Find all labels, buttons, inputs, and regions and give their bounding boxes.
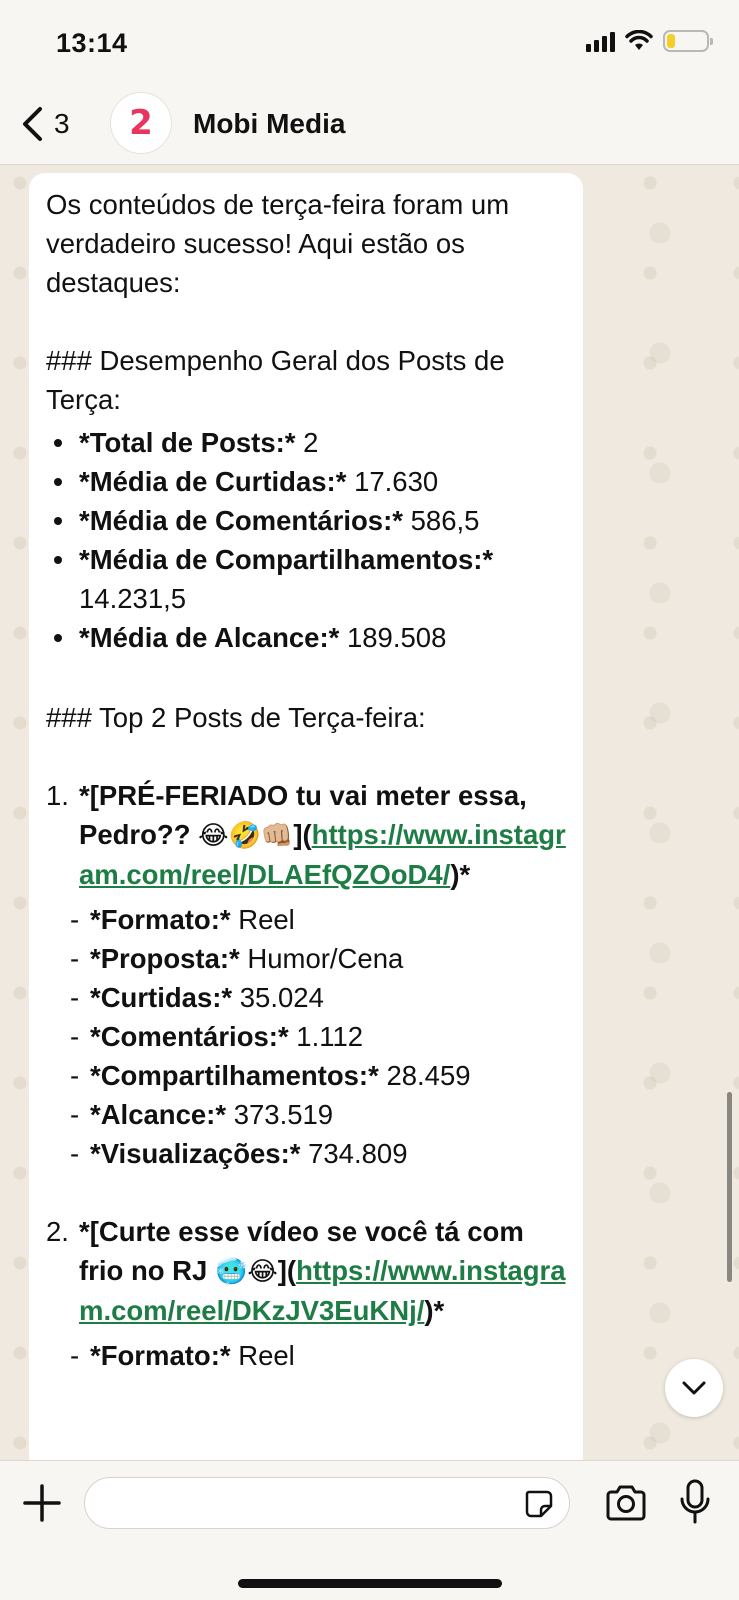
section-title: ### Top 2 Posts de Terça-feira: bbox=[46, 702, 426, 733]
summary-item: *Média de Alcance:* 189.508 bbox=[46, 618, 566, 657]
summary-value: 586,5 bbox=[410, 505, 480, 536]
scroll-to-bottom-button[interactable] bbox=[665, 1359, 723, 1417]
detail-item: *Proposta:* Humor/Cena bbox=[46, 939, 566, 978]
detail-value: Reel bbox=[238, 1340, 295, 1371]
sticker-icon[interactable] bbox=[523, 1488, 555, 1520]
post-emojis: 😂🤣👊🏼 bbox=[198, 820, 294, 850]
detail-item: *Formato:* Reel bbox=[46, 1336, 566, 1375]
detail-value: 28.459 bbox=[386, 1060, 471, 1091]
summary-value: 17.630 bbox=[354, 466, 439, 497]
detail-value: 1.112 bbox=[296, 1021, 364, 1052]
post-number: 1. bbox=[46, 780, 69, 811]
status-icons bbox=[586, 30, 713, 52]
detail-item: *Curtidas:* 35.024 bbox=[46, 978, 566, 1017]
post-details: *Formato:* Reel *Proposta:* Humor/Cena *… bbox=[46, 894, 566, 1173]
wifi-icon bbox=[625, 30, 653, 50]
contact-name[interactable]: Mobi Media bbox=[193, 108, 345, 140]
camera-icon[interactable] bbox=[604, 1483, 648, 1523]
detail-label: *Proposta:* bbox=[90, 943, 240, 974]
post-suffix: )* bbox=[450, 859, 471, 890]
post-number: 2. bbox=[46, 1216, 69, 1247]
detail-item: *Visualizações:* 734.809 bbox=[46, 1134, 566, 1173]
avatar[interactable]: 2 bbox=[110, 92, 172, 154]
plus-icon[interactable] bbox=[22, 1483, 62, 1523]
post-details: *Formato:* Reel bbox=[46, 1330, 566, 1375]
summary-value: 14.231,5 bbox=[79, 583, 187, 614]
battery-fill bbox=[667, 34, 675, 48]
detail-value: 35.024 bbox=[239, 982, 324, 1013]
signal-icon bbox=[586, 30, 615, 52]
back-button[interactable]: 3 bbox=[20, 106, 70, 142]
home-indicator[interactable] bbox=[238, 1579, 502, 1588]
detail-label: *Comentários:* bbox=[90, 1021, 289, 1052]
detail-label: *Formato:* bbox=[90, 1340, 231, 1371]
summary-label: *Total de Posts:* bbox=[79, 427, 296, 458]
detail-label: *Alcance:* bbox=[90, 1099, 227, 1130]
summary-label: *Média de Alcance:* bbox=[79, 622, 340, 653]
summary-label: *Média de Comentários:* bbox=[79, 505, 403, 536]
post-item: 2. *[Curte esse vídeo se você tá com fri… bbox=[46, 1212, 566, 1330]
detail-label: *Compartilhamentos:* bbox=[90, 1060, 379, 1091]
message-intro: Os conteúdos de terça-feira foram um ver… bbox=[46, 189, 510, 298]
message-field[interactable] bbox=[84, 1477, 570, 1529]
microphone-icon[interactable] bbox=[678, 1479, 712, 1525]
composer-bar bbox=[0, 1460, 739, 1600]
post-emojis: 🥶😂 bbox=[214, 1256, 278, 1286]
battery-icon bbox=[663, 30, 713, 52]
detail-label: *Curtidas:* bbox=[90, 982, 233, 1013]
message-input[interactable] bbox=[103, 1486, 503, 1522]
detail-value: Reel bbox=[238, 904, 295, 935]
chevron-left-icon bbox=[23, 107, 42, 141]
detail-label: *Visualizações:* bbox=[90, 1138, 301, 1169]
summary-list: *Total de Posts:* 2 *Média de Curtidas:*… bbox=[46, 419, 566, 659]
detail-item: *Compartilhamentos:* 28.459 bbox=[46, 1056, 566, 1095]
status-bar: 13:14 bbox=[0, 0, 739, 90]
summary-value: 2 bbox=[303, 427, 319, 458]
post-suffix: )* bbox=[424, 1295, 445, 1326]
summary-item: *Total de Posts:* 2 bbox=[46, 423, 566, 462]
summary-item: *Média de Curtidas:* 17.630 bbox=[46, 462, 566, 501]
avatar-glyph: 2 bbox=[129, 103, 153, 143]
unread-count: 3 bbox=[54, 108, 70, 139]
chat-header: 3 2 Mobi Media bbox=[0, 90, 739, 165]
detail-item: *Formato:* Reel bbox=[46, 900, 566, 939]
message-bubble: Os conteúdos de terça-feira foram um ver… bbox=[29, 173, 583, 1473]
detail-item: *Alcance:* 373.519 bbox=[46, 1095, 566, 1134]
detail-label: *Formato:* bbox=[90, 904, 231, 935]
post-title-close: ]( bbox=[277, 1255, 297, 1286]
detail-item: *Comentários:* 1.112 bbox=[46, 1017, 566, 1056]
detail-value: 734.809 bbox=[308, 1138, 408, 1169]
summary-item: *Média de Comentários:* 586,5 bbox=[46, 501, 566, 540]
post-item: 1. *[PRÉ-FERIADO tu vai meter essa, Pedr… bbox=[46, 776, 566, 894]
summary-value: 189.508 bbox=[346, 622, 447, 653]
summary-item: *Média de Compartilhamentos:* 14.231,5 bbox=[46, 540, 566, 618]
detail-value: 373.519 bbox=[233, 1099, 334, 1130]
status-time: 13:14 bbox=[56, 28, 128, 58]
scrollbar[interactable] bbox=[727, 1092, 732, 1282]
detail-value: Humor/Cena bbox=[247, 943, 404, 974]
post-title-close: ]( bbox=[293, 819, 312, 850]
section-title: ### Desempenho Geral dos Posts de Terça: bbox=[46, 345, 505, 415]
summary-label: *Média de Curtidas:* bbox=[79, 466, 347, 497]
summary-label: *Média de Compartilhamentos:* bbox=[79, 544, 494, 575]
chevron-down-icon bbox=[682, 1381, 706, 1395]
